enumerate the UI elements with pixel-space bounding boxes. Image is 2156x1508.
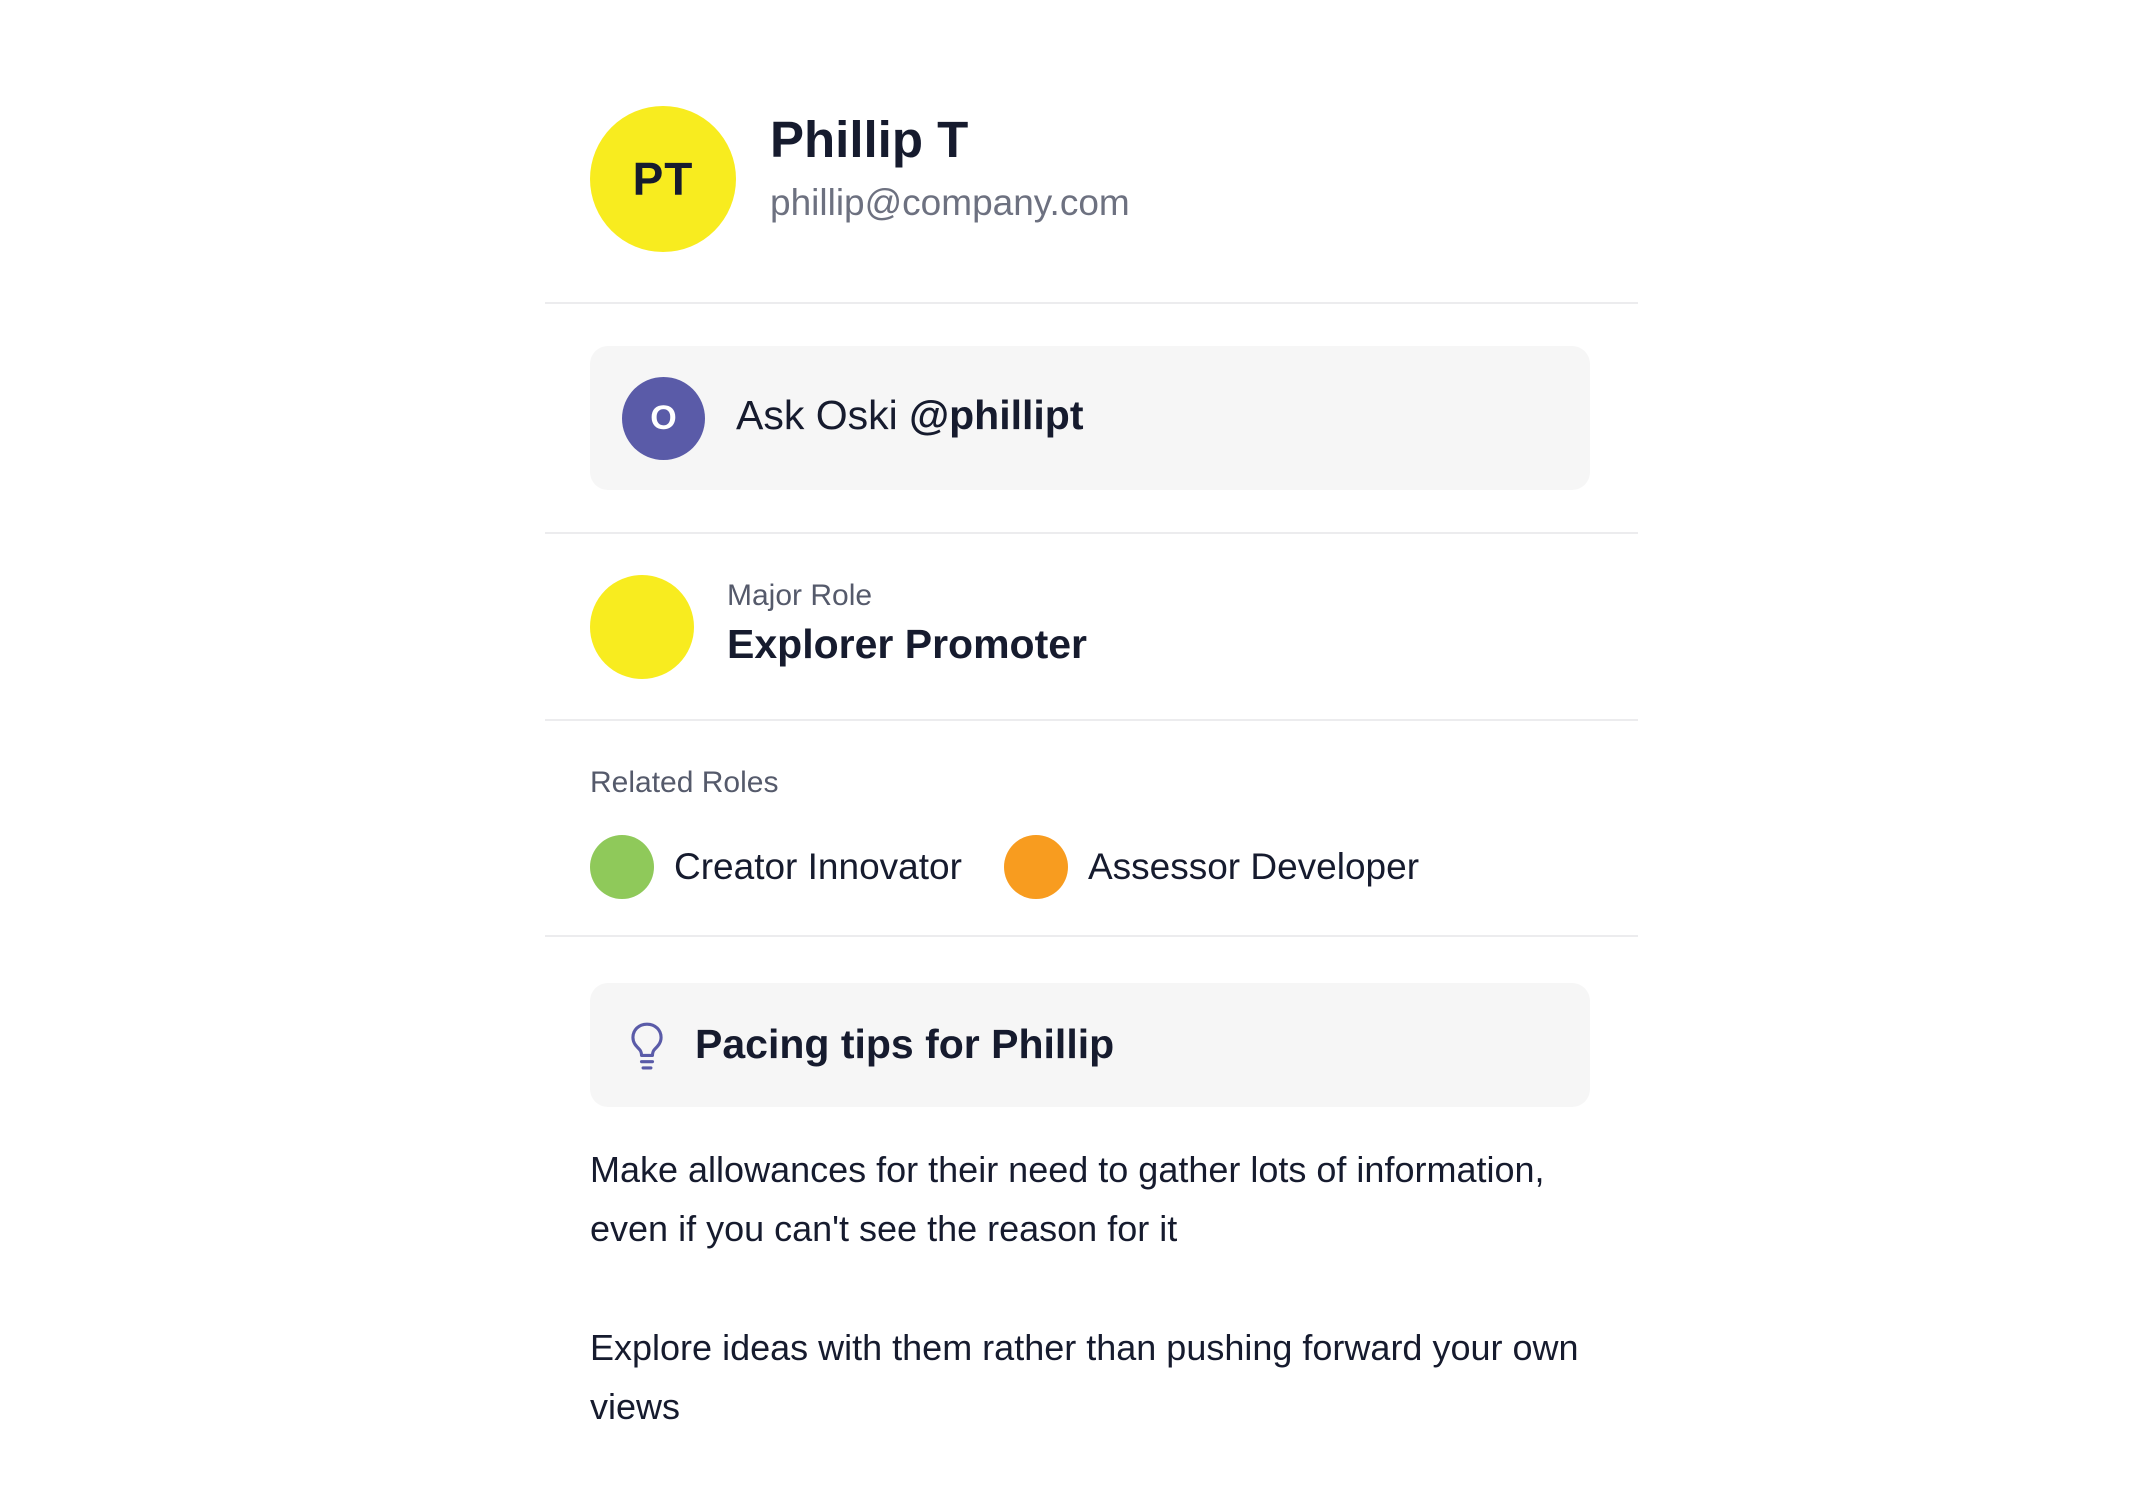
role-color-dot bbox=[590, 835, 654, 899]
ask-oski-label: Ask Oski @phillipt bbox=[736, 392, 1084, 439]
oski-avatar: O bbox=[622, 377, 705, 460]
pacing-tip: Make allowances for their need to gather… bbox=[590, 1149, 1545, 1249]
divider bbox=[545, 302, 1638, 304]
related-roles-list: Creator Innovator Assessor Developer bbox=[590, 835, 1461, 899]
ask-oski-button[interactable]: O Ask Oski @phillipt bbox=[590, 346, 1590, 490]
major-role-label: Major Role bbox=[727, 579, 873, 612]
divider bbox=[545, 532, 1638, 534]
role-color-dot bbox=[1003, 835, 1068, 899]
major-role-color-dot bbox=[590, 575, 694, 679]
ask-oski-handle: @phillipt bbox=[909, 392, 1084, 438]
pacing-tips-header: Pacing tips for Phillip bbox=[590, 983, 1590, 1107]
ask-oski-prefix: Ask Oski bbox=[736, 392, 898, 438]
profile-panel: PT Phillip T phillip@company.com O Ask O… bbox=[545, 0, 1638, 1508]
avatar: PT bbox=[590, 106, 736, 252]
pacing-tip: Explore ideas with them rather than push… bbox=[590, 1327, 1579, 1427]
major-role-value: Explorer Promoter bbox=[727, 621, 1087, 667]
divider bbox=[545, 719, 1638, 721]
role-name: Assessor Developer bbox=[1087, 846, 1420, 887]
profile-email: phillip@company.com bbox=[770, 182, 1130, 223]
divider bbox=[545, 935, 1638, 937]
related-roles-label: Related Roles bbox=[590, 766, 779, 799]
lightbulb-icon bbox=[631, 1022, 663, 1070]
profile-name: Phillip T bbox=[770, 111, 969, 168]
related-role-item: Assessor Developer bbox=[1003, 835, 1420, 899]
pacing-tips-title: Pacing tips for Phillip bbox=[695, 1021, 1115, 1067]
related-role-item: Creator Innovator bbox=[590, 835, 962, 899]
profile-header: PT Phillip T phillip@company.com bbox=[590, 106, 1590, 252]
role-name: Creator Innovator bbox=[674, 846, 962, 887]
